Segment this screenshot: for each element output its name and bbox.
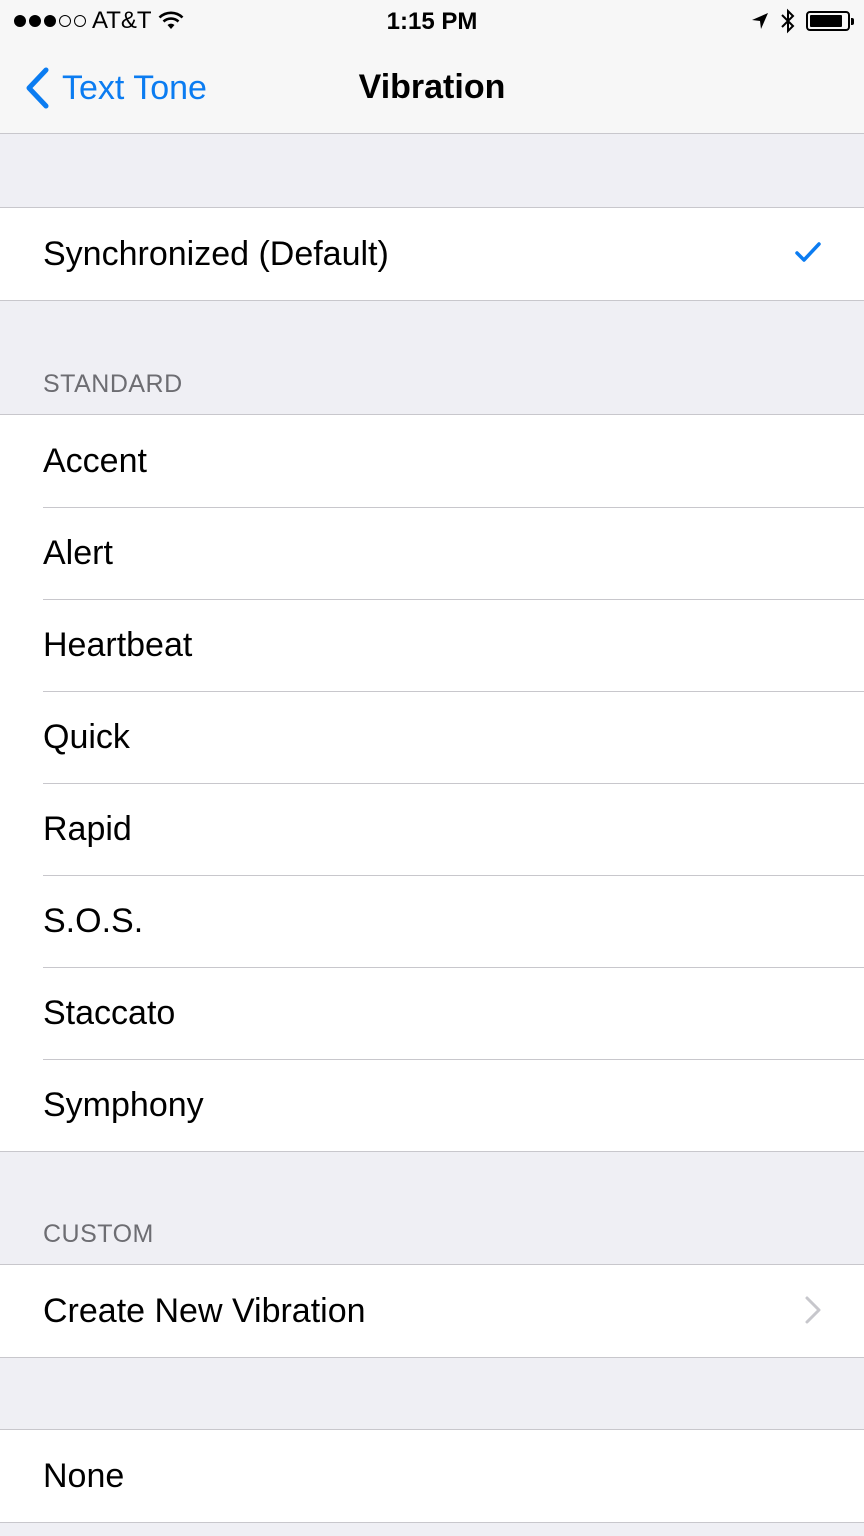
option-label: Symphony xyxy=(43,1085,204,1124)
option-none[interactable]: None xyxy=(0,1430,864,1522)
option-label: Synchronized (Default) xyxy=(43,234,389,273)
chevron-right-icon xyxy=(805,1296,821,1324)
option-heartbeat[interactable]: Heartbeat xyxy=(0,599,864,691)
option-label: Rapid xyxy=(43,809,132,848)
battery-icon xyxy=(806,11,854,31)
option-sos[interactable]: S.O.S. xyxy=(0,875,864,967)
custom-section-header: CUSTOM xyxy=(43,1220,154,1248)
option-symphony[interactable]: Symphony xyxy=(0,1059,864,1151)
option-label: Heartbeat xyxy=(43,625,193,664)
page-title: Vibration xyxy=(358,68,506,106)
option-label: Quick xyxy=(43,717,130,756)
option-label: None xyxy=(43,1456,125,1495)
option-staccato[interactable]: Staccato xyxy=(0,967,864,1059)
status-bar: AT&T 1:15 PM xyxy=(0,0,864,42)
custom-group: Create New Vibration xyxy=(0,1264,864,1358)
option-label: Staccato xyxy=(43,993,176,1032)
option-accent[interactable]: Accent xyxy=(0,415,864,507)
status-right xyxy=(750,8,854,34)
default-group: Synchronized (Default) xyxy=(0,207,864,301)
location-arrow-icon xyxy=(752,13,768,29)
option-label: Alert xyxy=(43,533,113,572)
option-quick[interactable]: Quick xyxy=(0,691,864,783)
option-rapid[interactable]: Rapid xyxy=(0,783,864,875)
create-new-vibration-label: Create New Vibration xyxy=(43,1291,366,1330)
checkmark-icon xyxy=(795,242,821,262)
none-group: None xyxy=(0,1429,864,1523)
bluetooth-icon xyxy=(781,8,795,34)
create-new-vibration-button[interactable]: Create New Vibration xyxy=(0,1265,864,1357)
option-label: Accent xyxy=(43,441,147,480)
option-alert[interactable]: Alert xyxy=(0,507,864,599)
status-time: 1:15 PM xyxy=(386,8,478,35)
option-label: S.O.S. xyxy=(43,901,144,940)
standard-group: Accent Alert Heartbeat Quick Rapid S.O.S… xyxy=(0,414,864,1152)
navigation-bar: Text Tone Vibration xyxy=(0,42,864,134)
standard-section-header: STANDARD xyxy=(43,370,183,398)
option-synchronized[interactable]: Synchronized (Default) xyxy=(0,208,864,300)
